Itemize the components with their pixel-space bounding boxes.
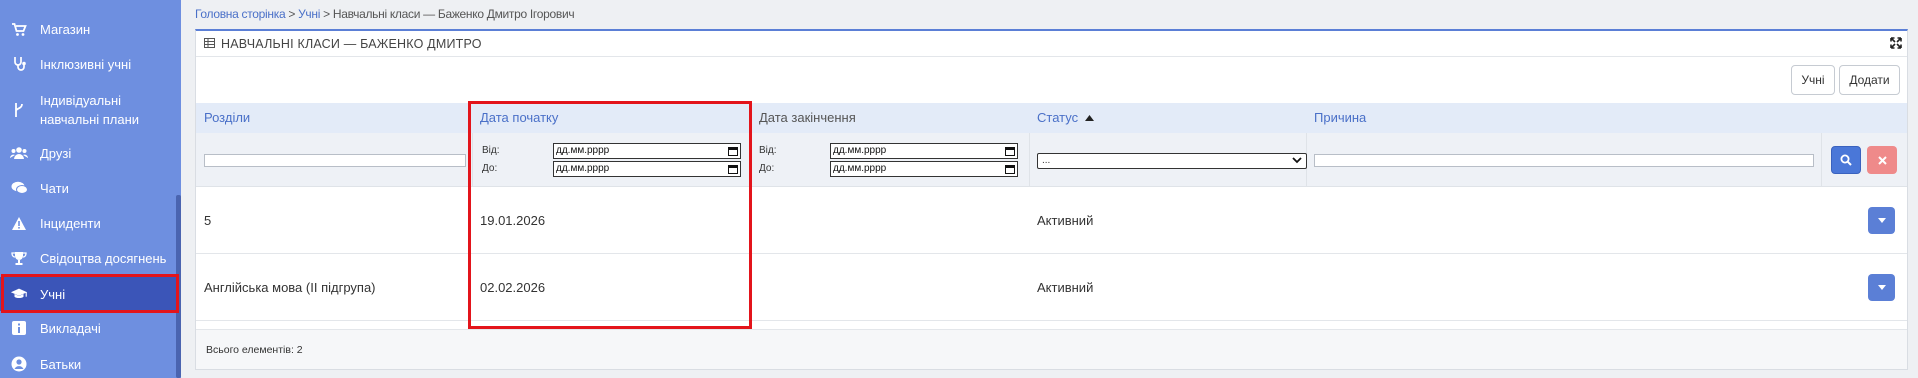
table-row: Англійська мова (II підгрупа) 02.02.2026… — [196, 255, 1907, 321]
column-header-status[interactable]: Статус — [1037, 103, 1094, 133]
trophy-icon — [10, 249, 28, 267]
table-header: Розділи Дата початку Дата закінчення Ста… — [196, 103, 1907, 133]
sidebar-item-individual-plans[interactable]: Індивідуальні навчальні плани — [0, 91, 176, 131]
sidebar-item-label: Свідоцтва досягнень — [40, 250, 167, 266]
sidebar-item-label: Друзі — [40, 145, 72, 161]
column-separator — [1821, 133, 1822, 187]
sidebar-item-teachers[interactable]: Викладачі — [0, 318, 176, 338]
classes-panel: НАВЧАЛЬНІ КЛАСИ — БАЖЕНКО ДМИТРО Учні До… — [195, 29, 1908, 370]
warning-icon — [10, 214, 28, 232]
table-icon — [204, 35, 215, 53]
sort-asc-icon — [1084, 115, 1094, 121]
panel-title: НАВЧАЛЬНІ КЛАСИ — БАЖЕНКО ДМИТРО — [221, 36, 482, 51]
sidebar-item-label: Інциденти — [40, 215, 101, 231]
cell-status: Активний — [1037, 213, 1094, 228]
column-separator — [1029, 133, 1030, 187]
sections-filter-input[interactable] — [204, 154, 466, 167]
calendar-icon[interactable] — [1005, 164, 1015, 174]
caret-down-icon — [1877, 285, 1886, 290]
cell-section: Англійська мова (II підгрупа) — [204, 280, 376, 295]
breadcrumb-home-link[interactable]: Головна сторінка — [195, 7, 286, 21]
column-header-end-date[interactable]: Дата закінчення — [759, 103, 856, 133]
info-icon — [10, 319, 28, 337]
search-button[interactable] — [1831, 146, 1861, 174]
clear-filters-button[interactable] — [1867, 146, 1897, 174]
reason-filter-input[interactable] — [1314, 154, 1814, 167]
caret-down-icon — [1877, 218, 1886, 223]
column-header-reason[interactable]: Причина — [1314, 103, 1366, 133]
filter-row: Від: дд.мм.рррр До: дд.мм.рррр Від: дд.м… — [196, 133, 1907, 187]
total-items-count: Всього елементів: 2 — [206, 344, 303, 356]
end-to-date-input[interactable]: дд.мм.рррр — [830, 161, 1018, 177]
sidebar: Магазин Інклюзивні учні Індивідуальні на… — [0, 0, 181, 378]
sidebar-item-label: Індивідуальні навчальні плани — [40, 93, 140, 127]
search-icon — [1840, 154, 1852, 166]
add-button[interactable]: Додати — [1839, 65, 1900, 95]
breadcrumb-separator: > — [285, 7, 299, 21]
stethoscope-icon — [10, 55, 28, 73]
sidebar-item-friends[interactable]: Друзі — [0, 143, 176, 163]
chat-icon — [10, 179, 28, 197]
breadcrumb: Головна сторінка > Учні > Навчальні клас… — [195, 7, 575, 21]
breadcrumb-current: Навчальні класи — Баженко Дмитро Ігорови… — [332, 7, 575, 21]
users-icon — [10, 144, 28, 162]
sidebar-item-shop[interactable]: Магазин — [0, 19, 176, 39]
cell-section: 5 — [204, 213, 212, 228]
active-item-highlight — [1, 274, 179, 313]
end-to-label: До: — [759, 163, 775, 174]
cell-status: Активний — [1037, 280, 1094, 295]
sidebar-item-label: Магазин — [40, 21, 91, 37]
cart-icon — [10, 20, 28, 38]
end-from-date-input[interactable]: дд.мм.рррр — [830, 143, 1018, 159]
sidebar-item-incidents[interactable]: Інциденти — [0, 213, 176, 233]
sidebar-item-label: Чати — [40, 180, 69, 196]
sidebar-item-chats[interactable]: Чати — [0, 178, 176, 198]
status-select-value: ... — [1042, 155, 1051, 166]
end-from-label: Від: — [759, 145, 777, 156]
chevron-down-icon — [1292, 157, 1302, 164]
panel-header: НАВЧАЛЬНІ КЛАСИ — БАЖЕНКО ДМИТРО — [196, 31, 1907, 57]
sidebar-item-achievements[interactable]: Свідоцтва досягнень — [0, 248, 176, 268]
column-header-status-label: Статус — [1037, 110, 1079, 125]
sidebar-item-parents[interactable]: Батьки — [0, 354, 176, 374]
students-button[interactable]: Учні — [1791, 65, 1835, 95]
breadcrumb-students-link[interactable]: Учні — [298, 7, 320, 21]
user-circle-icon — [10, 355, 28, 373]
sidebar-item-inclusive-students[interactable]: Інклюзивні учні — [0, 54, 176, 74]
table-row: 5 19.01.2026 Активний — [196, 188, 1907, 254]
status-filter-select[interactable]: ... — [1037, 153, 1307, 169]
breadcrumb-separator: > — [320, 7, 333, 21]
calendar-icon[interactable] — [1005, 146, 1015, 156]
row-actions-button[interactable] — [1868, 274, 1895, 301]
table-footer: Всього елементів: 2 — [196, 329, 1907, 369]
column-header-sections[interactable]: Розділи — [204, 103, 250, 133]
sidebar-item-label: Викладачі — [40, 320, 101, 336]
branch-icon — [10, 101, 28, 119]
sidebar-item-label: Батьки — [40, 356, 82, 372]
row-actions-button[interactable] — [1868, 207, 1895, 234]
date-placeholder: дд.мм.рррр — [833, 145, 887, 156]
close-icon — [1877, 155, 1887, 165]
expand-icon[interactable] — [1890, 36, 1902, 54]
start-date-column-highlight — [468, 101, 752, 329]
date-placeholder: дд.мм.рррр — [833, 163, 887, 174]
sidebar-item-label: Інклюзивні учні — [40, 56, 132, 72]
